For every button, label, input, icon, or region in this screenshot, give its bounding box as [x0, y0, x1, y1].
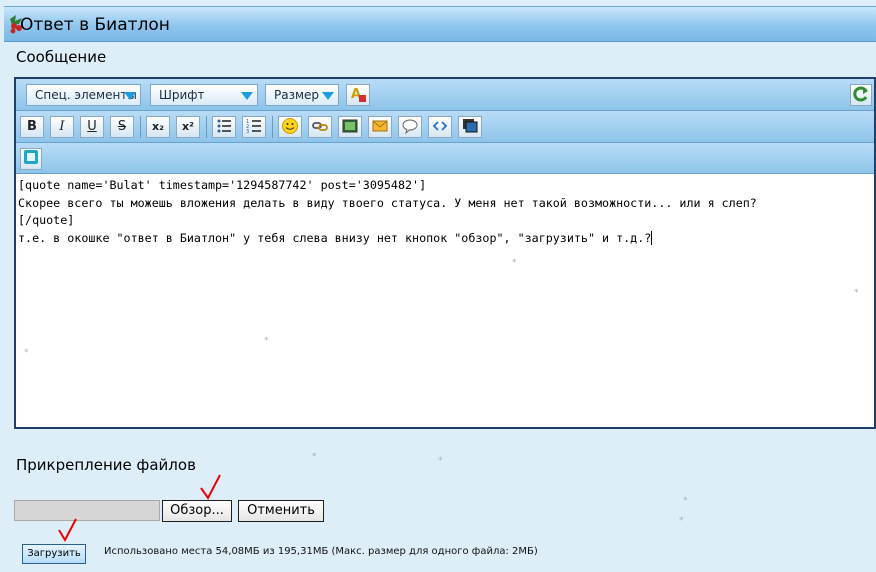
chevron-down-icon — [241, 92, 253, 100]
message-textarea[interactable]: [quote name='Bulat' timestamp='129458774… — [16, 175, 874, 427]
red-check-mark-icon — [58, 518, 77, 543]
attachments-label: Прикрепление файлов — [16, 456, 196, 474]
toolbar-divider — [140, 116, 141, 138]
editor-toolbar-middle: B I U S x₂ x² 1 2 3 — [16, 111, 874, 143]
font-dropdown[interactable]: Шрифт — [150, 84, 258, 106]
bullet-list-icon — [217, 119, 231, 133]
browse-button[interactable]: Обзор... — [162, 500, 232, 522]
underline-button[interactable]: U — [80, 116, 104, 138]
toggle-editor-button[interactable] — [850, 84, 872, 106]
editor-line: Скорее всего ты можешь вложения делать в… — [18, 195, 757, 210]
red-check-mark-icon — [200, 474, 221, 500]
insert-special-button[interactable] — [20, 148, 42, 170]
upload-button[interactable]: Загрузить — [22, 544, 86, 564]
editor-line: [quote name='Bulat' timestamp='129458774… — [18, 178, 427, 192]
strikethrough-button[interactable]: S — [110, 116, 134, 138]
chevron-down-icon — [322, 92, 334, 100]
editor-toolbar-top: Спец. элементы Шрифт Размер A — [16, 79, 874, 111]
italic-button[interactable]: I — [50, 116, 74, 138]
image-icon — [342, 119, 358, 133]
storage-usage-text: Использовано места 54,08МБ из 195,31МБ (… — [104, 546, 538, 557]
editor-line: [/quote] — [18, 213, 75, 227]
window-title: Ответ в Биатлон — [20, 15, 170, 35]
switch-mode-icon — [853, 86, 868, 102]
link-icon — [312, 122, 328, 131]
special-elements-dropdown[interactable]: Спец. элементы — [26, 84, 141, 106]
font-color-icon: A — [351, 87, 366, 102]
insert-image-button[interactable] — [338, 116, 362, 138]
insert-email-button[interactable] — [368, 116, 392, 138]
insert-quote-button[interactable] — [398, 116, 422, 138]
cancel-button[interactable]: Отменить — [238, 500, 324, 522]
numbered-list-button[interactable]: 1 2 3 — [242, 116, 266, 138]
file-path-input[interactable] — [14, 500, 160, 521]
insert-link-button[interactable] — [308, 116, 332, 138]
special-elements-label: Спец. элементы — [35, 88, 137, 102]
snowflake-icon: * — [679, 516, 684, 526]
size-dropdown[interactable]: Размер — [265, 84, 339, 106]
numbered-list-icon: 1 2 3 — [246, 119, 261, 135]
snowflake-icon: * — [312, 452, 317, 462]
editor-line-text: т.е. в окошке "ответ в Биатлон" у тебя с… — [18, 230, 652, 245]
chevron-down-icon — [124, 92, 136, 100]
svg-text:3: 3 — [246, 129, 249, 135]
font-color-button[interactable]: A — [346, 84, 370, 106]
toolbar-divider — [272, 116, 273, 138]
envelope-icon — [372, 120, 388, 132]
toolbar-divider — [206, 116, 207, 138]
snowflake-icon: * — [683, 496, 688, 506]
text-cursor — [651, 231, 653, 245]
media-icon — [463, 119, 478, 133]
speech-bubble-icon — [402, 119, 418, 135]
bullet-list-button[interactable] — [212, 116, 236, 138]
snowflake-icon: * — [264, 336, 269, 346]
smiley-icon — [282, 118, 298, 134]
superscript-button[interactable]: x² — [176, 116, 200, 138]
bold-button[interactable]: B — [20, 116, 44, 138]
font-label: Шрифт — [159, 88, 205, 102]
emoticon-button[interactable] — [278, 116, 302, 138]
message-editor: Спец. элементы Шрифт Размер A B I U S x₂… — [14, 77, 876, 429]
code-icon — [432, 121, 448, 131]
window-title-bar: Ответ в Биатлон — [4, 6, 876, 42]
document-icon — [24, 150, 38, 164]
snowflake-icon: * — [438, 456, 443, 466]
insert-code-button[interactable] — [428, 116, 452, 138]
subscript-button[interactable]: x₂ — [146, 116, 170, 138]
snowflake-icon: * — [512, 258, 517, 268]
snowflake-icon: * — [854, 288, 859, 298]
message-label: Сообщение — [16, 48, 107, 66]
insert-media-button[interactable] — [458, 116, 482, 138]
snowflake-icon: * — [24, 348, 29, 358]
editor-toolbar-bottom — [16, 143, 874, 174]
size-label: Размер — [274, 88, 320, 102]
editor-line: т.е. в окошке "ответ в Биатлон" у тебя с… — [18, 230, 874, 248]
